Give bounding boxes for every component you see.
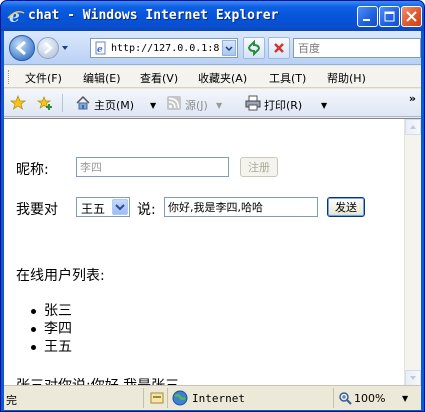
scroll-up-icon (410, 125, 416, 129)
nickname-label: 昵称: (16, 162, 49, 178)
nickname-input[interactable] (76, 157, 229, 177)
close-button[interactable] (401, 6, 422, 27)
back-arrow-icon (15, 40, 26, 56)
page-icon: e (95, 41, 106, 55)
security-zone-label: Internet (192, 392, 245, 405)
minimize-icon (363, 19, 370, 21)
menu-favorites[interactable]: 收藏夹(A) (198, 70, 247, 86)
address-field[interactable]: e (90, 38, 238, 58)
maximize-icon (384, 11, 395, 22)
home-icon[interactable] (75, 95, 91, 111)
command-bar: 主页(M) ▼ 源(J) ▼ 打印(R) ▼ » (4, 89, 421, 117)
scroll-down-button[interactable] (405, 370, 421, 386)
scroll-down-icon (410, 376, 416, 380)
recipient-dropdown-arrow[interactable] (112, 199, 128, 215)
favorites-star-icon[interactable] (10, 95, 26, 111)
list-item: 王五 (31, 339, 72, 355)
zoom-dropdown-icon[interactable]: ▼ (402, 394, 408, 403)
feeds-button: 源(J) (185, 99, 208, 112)
search-field[interactable] (293, 38, 421, 58)
send-message-row: 我要对 王五 说: 发送 (16, 197, 396, 219)
list-item: 张三 (31, 303, 72, 319)
window-title: chat - Windows Internet Explorer (28, 8, 279, 23)
vertical-scrollbar[interactable] (404, 119, 421, 386)
forward-button[interactable] (37, 37, 59, 59)
ie-logo-icon: e (7, 7, 25, 25)
menu-edit[interactable]: 编辑(E) (83, 70, 121, 86)
status-text: 完 (6, 394, 17, 407)
recipient-selected-value: 王五 (81, 202, 106, 216)
send-button[interactable]: 发送 (327, 197, 365, 217)
feeds-icon (167, 96, 181, 110)
message-input[interactable] (164, 197, 318, 217)
refresh-button[interactable] (243, 37, 265, 59)
i-want-to-label: 我要对 (16, 202, 58, 218)
svg-text:e: e (97, 45, 103, 55)
zoom-level[interactable]: 100% (354, 392, 385, 405)
online-list-title: 在线用户列表: (16, 268, 105, 284)
menu-view[interactable]: 查看(V) (140, 70, 178, 86)
page-viewport: 昵称: 注册 我要对 王五 说: (4, 118, 421, 386)
home-dropdown-icon[interactable]: ▼ (150, 101, 156, 110)
say-label: 说: (137, 202, 156, 218)
feeds-dropdown-icon: ▼ (216, 101, 223, 110)
browser-window: e chat - Windows Internet Explorer e htt… (0, 0, 425, 412)
scroll-up-button[interactable] (405, 119, 421, 135)
status-bar: 完 Internet 100% ▼ (4, 385, 421, 410)
toolbar-grip[interactable] (8, 70, 11, 84)
printer-icon[interactable] (245, 95, 261, 111)
status-divider (333, 388, 334, 408)
home-button[interactable]: 主页(M) (94, 97, 134, 113)
status-divider (143, 388, 144, 408)
chevron-down-icon (115, 204, 125, 211)
history-dropdown-icon[interactable] (61, 44, 69, 52)
internet-zone-globe-icon (172, 390, 188, 406)
list-item: 李四 (31, 321, 72, 337)
chevron-down-icon (225, 46, 233, 52)
minimize-button[interactable] (357, 6, 378, 27)
recipient-select[interactable]: 王五 (76, 197, 130, 217)
stop-button[interactable] (268, 37, 290, 59)
add-favorite-icon[interactable] (37, 95, 53, 111)
maximize-button[interactable] (379, 6, 400, 27)
menu-tools[interactable]: 工具(T) (269, 70, 306, 86)
print-dropdown-icon[interactable]: ▼ (321, 101, 327, 110)
address-dropdown-button[interactable] (222, 40, 236, 56)
stop-icon (274, 43, 284, 53)
status-divider (167, 388, 168, 408)
page-content: 昵称: 注册 我要对 王五 说: (4, 119, 404, 386)
register-button[interactable]: 注册 (240, 157, 278, 177)
toolbar-separator (62, 94, 63, 112)
toolbar-overflow-chevron[interactable]: » (409, 92, 416, 105)
title-bar[interactable]: e chat - Windows Internet Explorer (1, 1, 424, 31)
back-button[interactable] (9, 35, 35, 61)
menu-file[interactable]: 文件(F) (25, 70, 62, 86)
close-icon (406, 11, 417, 22)
zoom-icon[interactable] (338, 391, 352, 405)
print-button[interactable]: 打印(R) (264, 97, 302, 113)
forward-arrow-icon (44, 42, 53, 54)
menu-help[interactable]: 帮助(H) (327, 70, 366, 86)
refresh-icon (248, 39, 260, 57)
address-toolbar: e (4, 31, 421, 65)
nickname-row: 昵称: 注册 (16, 157, 396, 179)
browser-client-area: e http://127.0.0.1:8 百度 文件(F) 编辑(E) 查看(V… (4, 31, 421, 410)
protected-mode-icon (150, 392, 164, 404)
menu-bar: 文件(F) 编辑(E) 查看(V) 收藏夹(A) 工具(T) 帮助(H) (4, 66, 421, 88)
search-input[interactable] (298, 41, 416, 56)
url-input[interactable] (111, 41, 219, 56)
online-user-list: 张三 李四 王五 (31, 302, 72, 356)
